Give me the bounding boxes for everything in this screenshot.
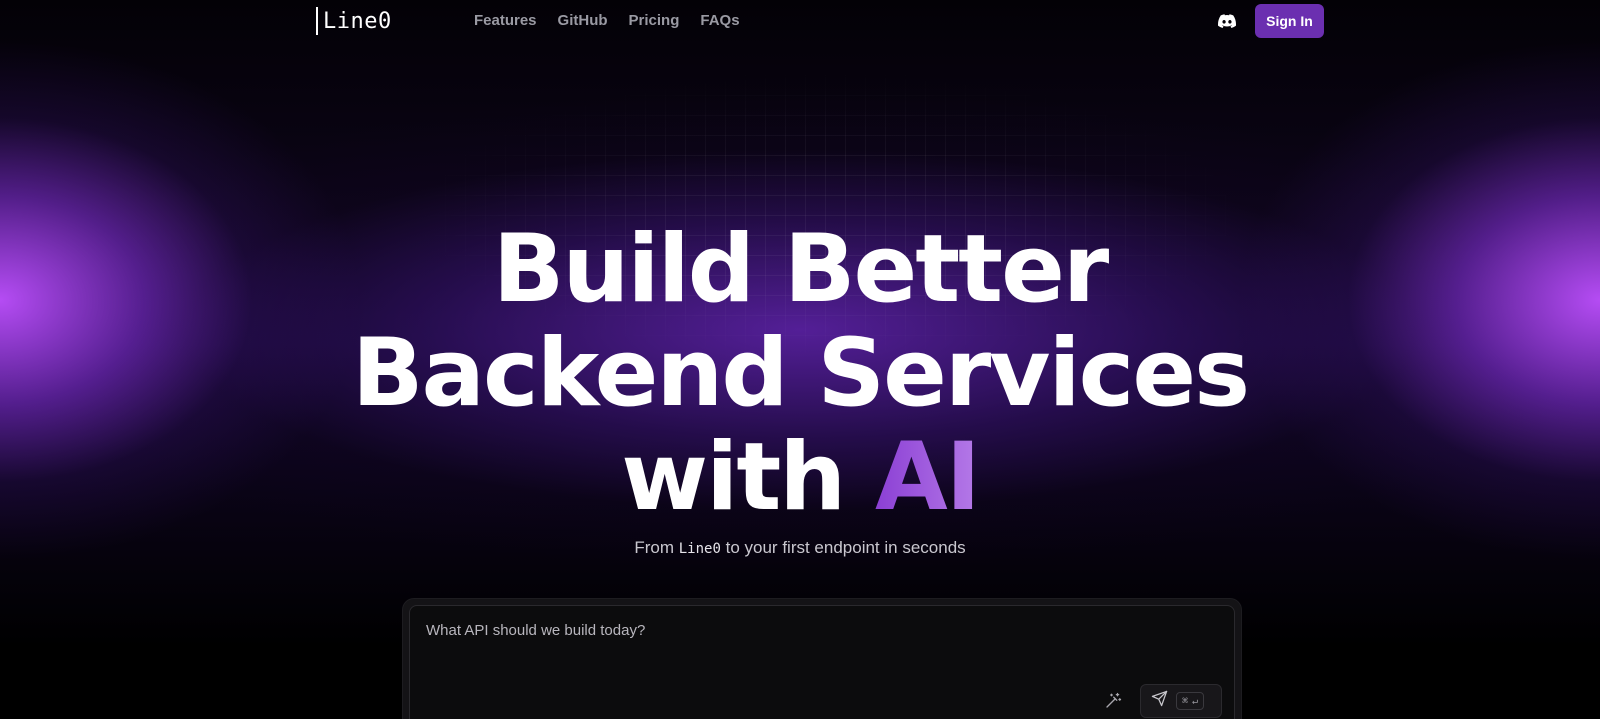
nav-link-pricing[interactable]: Pricing: [629, 12, 680, 29]
logo[interactable]: Line0: [316, 6, 392, 36]
magic-wand-icon[interactable]: [1102, 690, 1124, 712]
nav-link-faqs[interactable]: FAQs: [700, 12, 739, 29]
sign-in-button[interactable]: Sign In: [1255, 4, 1324, 38]
hero-accent-ai: AI: [874, 423, 981, 532]
hero-line-3-prefix: with: [621, 423, 846, 532]
logo-text: Line0: [323, 8, 392, 34]
nav-link-features[interactable]: Features: [474, 12, 537, 29]
prompt-input[interactable]: [426, 622, 1026, 639]
send-icon: [1151, 690, 1168, 712]
enter-key-icon: ↵: [1192, 695, 1199, 707]
hero-line-3: with AI: [0, 426, 1600, 530]
discord-icon-svg: [1218, 14, 1236, 28]
hero-line-1: Build Better: [492, 215, 1109, 324]
hero-subtitle: From Line0 to your first endpoint in sec…: [0, 538, 1600, 558]
command-key-icon: ⌘: [1182, 695, 1189, 707]
hero-title: Build Better Backend Services with AI: [0, 218, 1600, 530]
top-nav: Line0 Features GitHub Pricing FAQs Sign …: [0, 0, 1600, 44]
subtitle-prefix: From: [634, 538, 674, 557]
subtitle-suffix: to your first endpoint in seconds: [725, 538, 966, 557]
nav-link-github[interactable]: GitHub: [558, 12, 608, 29]
hero-line-2: Backend Services: [351, 319, 1250, 428]
prompt-box: ⌘ ↵: [409, 605, 1235, 719]
magic-wand-icon-svg: [1106, 692, 1122, 708]
send-button[interactable]: ⌘ ↵: [1140, 684, 1222, 718]
nav-links: Features GitHub Pricing FAQs: [474, 12, 740, 29]
landing-page: Line0 Features GitHub Pricing FAQs Sign …: [0, 0, 1600, 719]
prompt-container: ⌘ ↵: [402, 598, 1242, 719]
discord-icon[interactable]: [1216, 10, 1238, 32]
keyboard-shortcut: ⌘ ↵: [1176, 692, 1205, 710]
logo-cursor: [316, 7, 318, 35]
subtitle-code: Line0: [678, 541, 721, 557]
